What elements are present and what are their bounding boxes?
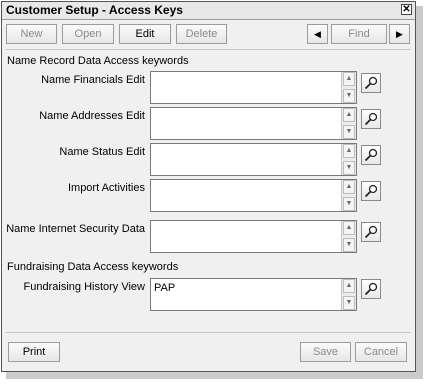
- scroll-down-icon[interactable]: ▼: [343, 89, 355, 103]
- open-button[interactable]: Open: [62, 24, 114, 44]
- name-internet-security-field[interactable]: ▲ ▼: [150, 220, 357, 253]
- scroll-down-icon[interactable]: ▼: [343, 238, 355, 252]
- name-status-field[interactable]: ▲ ▼: [150, 143, 357, 176]
- section-heading-fundraising: Fundraising Data Access keywords: [7, 261, 179, 273]
- fundraising-history-value: PAP: [154, 282, 176, 294]
- toolbar-divider: [6, 49, 411, 50]
- name-status-scrollbar[interactable]: ▲ ▼: [341, 144, 356, 175]
- scroll-up-icon[interactable]: ▲: [343, 144, 355, 158]
- previous-record-icon[interactable]: ◀: [307, 24, 328, 44]
- print-button[interactable]: Print: [8, 342, 60, 362]
- name-financials-field[interactable]: ▲ ▼: [150, 71, 357, 104]
- edit-button[interactable]: Edit: [119, 24, 171, 44]
- name-addresses-label: Name Addresses Edit: [39, 110, 145, 122]
- toolbar: New Open Edit Delete ◀ Find ▶: [6, 24, 411, 46]
- scroll-down-icon[interactable]: ▼: [343, 296, 355, 310]
- footer-divider: [6, 332, 411, 333]
- name-financials-scrollbar[interactable]: ▲ ▼: [341, 72, 356, 103]
- fundraising-history-scrollbar[interactable]: ▲ ▼: [341, 279, 356, 310]
- close-icon[interactable]: ✕: [401, 4, 412, 15]
- magnifier-icon[interactable]: [361, 222, 381, 242]
- next-record-icon[interactable]: ▶: [389, 24, 410, 44]
- name-addresses-field[interactable]: ▲ ▼: [150, 107, 357, 140]
- window-title: Customer Setup - Access Keys: [6, 3, 183, 17]
- magnifier-icon[interactable]: [361, 145, 381, 165]
- new-button[interactable]: New: [6, 24, 57, 44]
- find-button[interactable]: Find: [331, 24, 387, 44]
- scroll-down-icon[interactable]: ▼: [343, 197, 355, 211]
- name-internet-security-scrollbar[interactable]: ▲ ▼: [341, 221, 356, 252]
- magnifier-icon[interactable]: [361, 279, 381, 299]
- title-bar: Customer Setup - Access Keys ✕: [2, 2, 415, 20]
- scroll-up-icon[interactable]: ▲: [343, 279, 355, 293]
- magnifier-icon[interactable]: [361, 181, 381, 201]
- fundraising-history-label: Fundraising History View: [23, 281, 145, 293]
- delete-button[interactable]: Delete: [176, 24, 227, 44]
- cancel-button[interactable]: Cancel: [355, 342, 407, 362]
- scroll-up-icon[interactable]: ▲: [343, 108, 355, 122]
- scroll-up-icon[interactable]: ▲: [343, 221, 355, 235]
- magnifier-icon[interactable]: [361, 109, 381, 129]
- scroll-down-icon[interactable]: ▼: [343, 125, 355, 139]
- scroll-up-icon[interactable]: ▲: [343, 72, 355, 86]
- import-activities-field[interactable]: ▲ ▼: [150, 179, 357, 212]
- fundraising-history-field[interactable]: PAP ▲ ▼: [150, 278, 357, 311]
- import-activities-label: Import Activities: [67, 182, 145, 194]
- section-heading-name-record: Name Record Data Access keywords: [7, 55, 189, 67]
- magnifier-icon[interactable]: [361, 73, 381, 93]
- scroll-down-icon[interactable]: ▼: [343, 161, 355, 175]
- name-addresses-scrollbar[interactable]: ▲ ▼: [341, 108, 356, 139]
- name-status-label: Name Status Edit: [59, 146, 145, 158]
- import-activities-scrollbar[interactable]: ▲ ▼: [341, 180, 356, 211]
- name-internet-security-label: Name Internet Security Data: [6, 223, 145, 235]
- dialog-window: Customer Setup - Access Keys ✕ New Open …: [1, 1, 416, 372]
- scroll-up-icon[interactable]: ▲: [343, 180, 355, 194]
- save-button[interactable]: Save: [300, 342, 351, 362]
- name-financials-label: Name Financials Edit: [41, 74, 145, 86]
